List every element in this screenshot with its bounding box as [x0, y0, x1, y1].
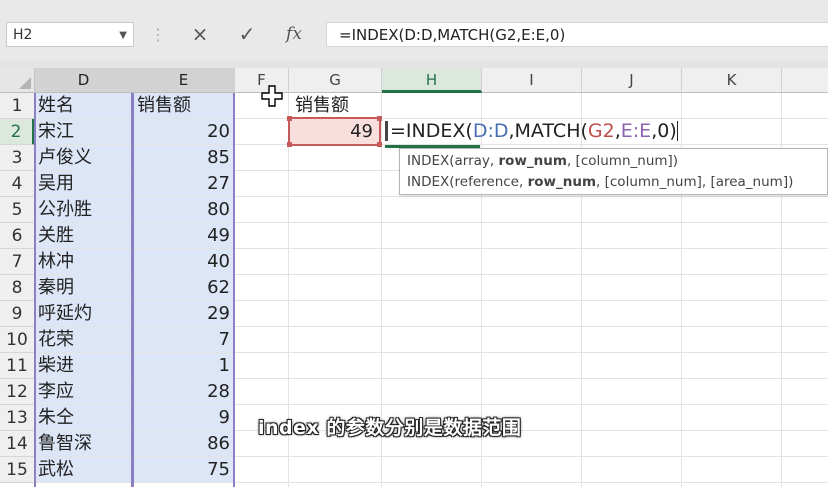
- column-header-e[interactable]: E: [133, 68, 235, 93]
- formula-input[interactable]: =INDEX(D:D,MATCH(G2,E:E,0): [326, 22, 828, 47]
- gridline: [235, 196, 828, 197]
- range-handle[interactable]: [287, 116, 292, 121]
- name-box[interactable]: H2 ▼: [6, 22, 134, 47]
- cell-sales[interactable]: 20: [133, 119, 235, 145]
- cell-name[interactable]: 林冲: [35, 249, 133, 275]
- cell-sales[interactable]: 40: [133, 249, 235, 275]
- gridline: [235, 352, 828, 353]
- column-header-h[interactable]: H: [382, 68, 482, 93]
- formula-bar-area: H2 ▼ ⋮ × ✓ fx =INDEX(D:D,MATCH(G2,E:E,0): [0, 0, 828, 68]
- gridline: [235, 456, 828, 457]
- video-subtitle: index 的参数分别是数据范围: [258, 417, 522, 439]
- gridline: [235, 482, 828, 483]
- cell-sales[interactable]: 销售额: [133, 93, 235, 119]
- column-header-d[interactable]: D: [35, 68, 133, 93]
- cell-g2[interactable]: 49: [287, 116, 382, 147]
- divider: [0, 60, 828, 68]
- cell-sales[interactable]: 7: [133, 327, 235, 353]
- cell-name[interactable]: 鲁智深: [35, 431, 133, 457]
- range-handle[interactable]: [287, 142, 292, 147]
- cell-name[interactable]: 关胜: [35, 223, 133, 249]
- row-header[interactable]: 2: [0, 119, 35, 145]
- function-tooltip: INDEX(array, row_num, [column_num]) INDE…: [399, 148, 828, 195]
- gridline: [235, 378, 828, 379]
- row-header[interactable]: 4: [0, 171, 35, 197]
- cell-name[interactable]: 公孙胜: [35, 197, 133, 223]
- drag-handle-icon[interactable]: ⋮: [150, 24, 166, 46]
- row-header[interactable]: 13: [0, 405, 35, 431]
- tooltip-line-array[interactable]: INDEX(array, row_num, [column_num]): [407, 151, 820, 172]
- row-header[interactable]: 6: [0, 223, 35, 249]
- text-caret: [676, 121, 678, 141]
- cell-sales[interactable]: 80: [133, 197, 235, 223]
- formula-part: ,MATCH(: [508, 120, 588, 142]
- row-header[interactable]: 11: [0, 353, 35, 379]
- gridline: [235, 222, 828, 223]
- select-all-button[interactable]: [0, 68, 35, 93]
- column-header-i[interactable]: I: [482, 68, 582, 93]
- insert-function-icon[interactable]: fx: [276, 22, 312, 47]
- formula-ref-e: E:E: [620, 120, 652, 142]
- edit-marker: [385, 121, 388, 141]
- gridline: [235, 300, 828, 301]
- formula-part: ,0): [651, 120, 677, 142]
- name-box-value: H2: [13, 27, 33, 43]
- column-header-g[interactable]: G: [289, 68, 382, 93]
- cell-sales[interactable]: 28: [133, 379, 235, 405]
- cell-sales[interactable]: 86: [133, 431, 235, 457]
- cell-g2-value: 49: [350, 121, 373, 142]
- cell-name[interactable]: 武松: [35, 457, 133, 483]
- cell-name[interactable]: 呼延灼: [35, 301, 133, 327]
- cell-sales[interactable]: 49: [133, 223, 235, 249]
- cancel-icon[interactable]: ×: [182, 22, 218, 47]
- row-header[interactable]: 8: [0, 275, 35, 301]
- cell-name[interactable]: 朱仝: [35, 405, 133, 431]
- column-header-k[interactable]: K: [682, 68, 782, 93]
- row-header[interactable]: 12: [0, 379, 35, 405]
- gridline: [235, 326, 828, 327]
- cell-name[interactable]: 李应: [35, 379, 133, 405]
- cell-sales[interactable]: 75: [133, 457, 235, 483]
- cell-sales[interactable]: 9: [133, 405, 235, 431]
- column-header-l[interactable]: [782, 68, 828, 93]
- cell-name[interactable]: 宋江: [35, 119, 133, 145]
- cell-sales[interactable]: 62: [133, 275, 235, 301]
- tooltip-line-reference[interactable]: INDEX(reference, row_num, [column_num], …: [407, 172, 820, 193]
- gridline: [235, 274, 828, 275]
- cell-name[interactable]: 花荣: [35, 327, 133, 353]
- cell-name[interactable]: 秦明: [35, 275, 133, 301]
- cell-name[interactable]: 吴用: [35, 171, 133, 197]
- enter-icon[interactable]: ✓: [229, 22, 265, 47]
- cell-sales[interactable]: 85: [133, 145, 235, 171]
- cell-sales[interactable]: 1: [133, 353, 235, 379]
- cell-sales[interactable]: 29: [133, 301, 235, 327]
- row-header[interactable]: 3: [0, 145, 35, 171]
- row-header[interactable]: 14: [0, 431, 35, 457]
- move-cursor-icon: [261, 85, 283, 107]
- row-header[interactable]: 1: [0, 93, 35, 119]
- gridline: [235, 248, 828, 249]
- cell-sales[interactable]: 27: [133, 171, 235, 197]
- cell-h2-editor[interactable]: =INDEX(D:D,MATCH(G2,E:E,0): [381, 117, 678, 146]
- chevron-down-icon[interactable]: ▼: [119, 23, 127, 48]
- row-header[interactable]: 7: [0, 249, 35, 275]
- formula-ref-g2: G2: [587, 120, 615, 142]
- row-header[interactable]: 9: [0, 301, 35, 327]
- formula-ref-d: D:D: [472, 120, 509, 142]
- row-header[interactable]: 5: [0, 197, 35, 223]
- gridline: [235, 404, 828, 405]
- formula-part: =INDEX(: [390, 120, 473, 142]
- cell-name[interactable]: 卢俊义: [35, 145, 133, 171]
- column-header-j[interactable]: J: [582, 68, 682, 93]
- cell-name[interactable]: 柴进: [35, 353, 133, 379]
- cell-g1[interactable]: 销售额: [289, 93, 382, 119]
- cell-name[interactable]: 姓名: [35, 93, 133, 119]
- row-header[interactable]: 15: [0, 457, 35, 483]
- row-header[interactable]: 10: [0, 327, 35, 353]
